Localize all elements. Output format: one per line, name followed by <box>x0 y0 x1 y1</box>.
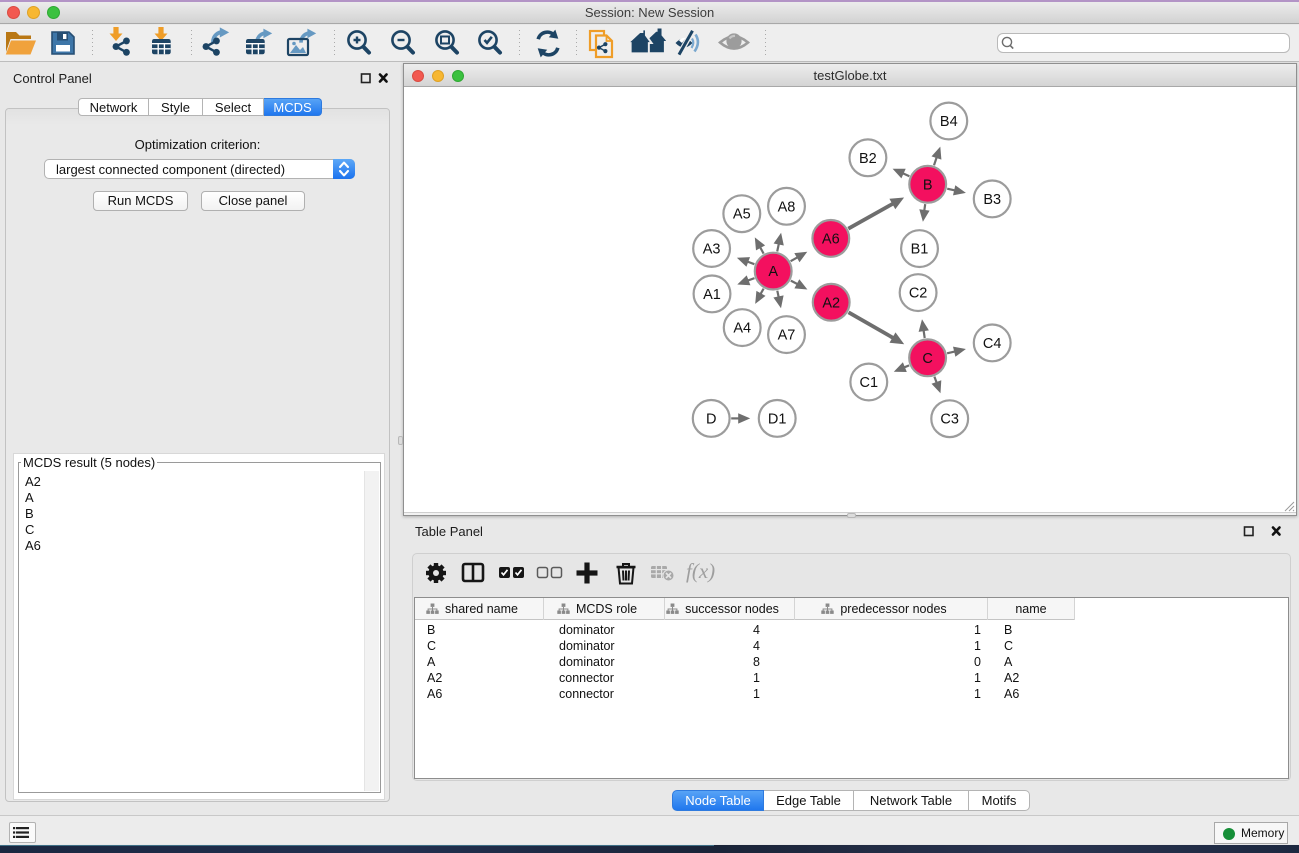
svg-text:A: A <box>768 264 778 280</box>
svg-text:B: B <box>923 177 933 193</box>
svg-text:C3: C3 <box>940 412 959 428</box>
svg-text:C1: C1 <box>860 375 879 391</box>
svg-text:A4: A4 <box>733 321 751 337</box>
svg-text:B4: B4 <box>940 114 958 130</box>
svg-text:C: C <box>922 351 932 367</box>
svg-text:A5: A5 <box>733 207 751 223</box>
svg-text:C4: C4 <box>983 336 1002 352</box>
svg-text:C2: C2 <box>909 286 928 302</box>
svg-text:B2: B2 <box>859 151 877 167</box>
svg-text:D1: D1 <box>768 411 787 427</box>
svg-text:A3: A3 <box>703 242 721 258</box>
svg-text:A6: A6 <box>822 231 840 247</box>
svg-text:A1: A1 <box>703 287 721 303</box>
svg-text:B3: B3 <box>983 192 1001 208</box>
svg-text:A8: A8 <box>778 199 796 215</box>
svg-text:A7: A7 <box>778 328 796 344</box>
svg-text:D: D <box>706 411 716 427</box>
svg-text:B1: B1 <box>911 242 929 258</box>
svg-text:A2: A2 <box>822 295 840 311</box>
